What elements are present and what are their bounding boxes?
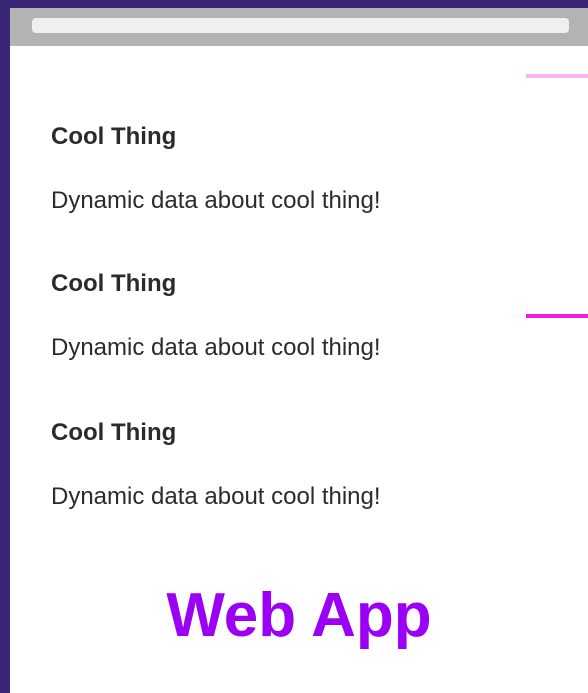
accent-line-top xyxy=(526,74,588,78)
address-bar[interactable] xyxy=(32,18,569,33)
card-title: Cool Thing xyxy=(51,123,177,150)
card-description: Dynamic data about cool thing! xyxy=(51,334,381,361)
card-description: Dynamic data about cool thing! xyxy=(51,483,381,510)
browser-window: Cool Thing Dynamic data about cool thing… xyxy=(10,8,588,693)
card-description: Dynamic data about cool thing! xyxy=(51,187,381,214)
card-title: Cool Thing xyxy=(51,419,177,446)
app-title: Web App xyxy=(166,581,432,650)
accent-line-middle xyxy=(526,314,588,318)
card-title: Cool Thing xyxy=(51,270,177,297)
browser-titlebar xyxy=(10,8,588,46)
